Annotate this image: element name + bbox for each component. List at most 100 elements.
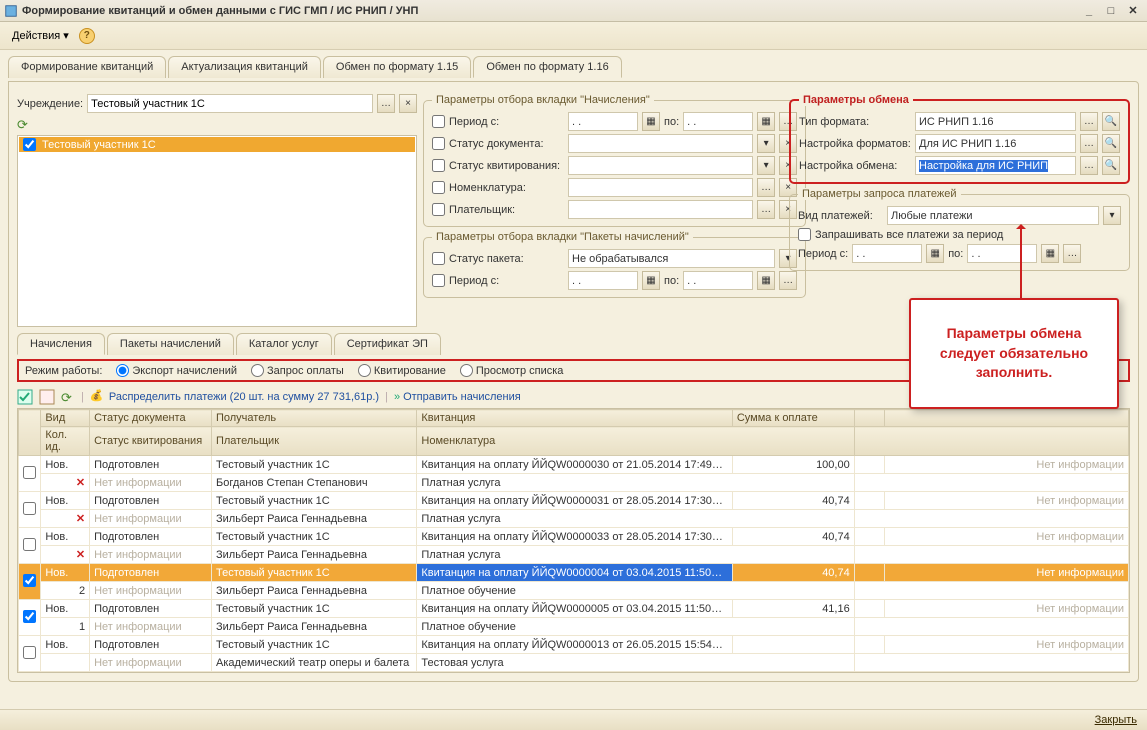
data-grid[interactable]: Вид Статус документа Получатель Квитанци… bbox=[17, 408, 1130, 673]
table-row-sub[interactable]: Нет информацииАкадемический театр оперы … bbox=[19, 654, 1129, 672]
minimize-button[interactable]: _ bbox=[1079, 3, 1099, 19]
uncheckall-icon[interactable] bbox=[39, 389, 55, 405]
checkall-icon[interactable] bbox=[17, 389, 33, 405]
col-kv[interactable]: Квитанция bbox=[417, 410, 732, 427]
cal-icon[interactable]: ▦ bbox=[642, 271, 660, 290]
dd-button[interactable]: ▾ bbox=[757, 156, 775, 175]
more-button[interactable]: … bbox=[1063, 244, 1081, 263]
tab-update-kv[interactable]: Актуализация квитанций bbox=[168, 56, 321, 78]
row-checkbox[interactable] bbox=[23, 574, 36, 587]
search-icon[interactable]: 🔍 bbox=[1102, 156, 1120, 175]
mode-kvit[interactable]: Квитирование bbox=[358, 364, 446, 377]
dd-button[interactable]: ▾ bbox=[757, 134, 775, 153]
col-recv[interactable]: Получатель bbox=[211, 410, 416, 427]
mode-view[interactable]: Просмотр списка bbox=[460, 364, 564, 377]
maximize-button[interactable]: □ bbox=[1101, 3, 1121, 19]
tab-cert[interactable]: Сертификат ЭП bbox=[334, 333, 441, 355]
kvstatus-field[interactable] bbox=[568, 156, 753, 175]
close-button[interactable]: Закрыть bbox=[1095, 714, 1137, 726]
table-row[interactable]: Нов.ПодготовленТестовый участник 1СКвита… bbox=[19, 564, 1129, 582]
period-from-field[interactable]: . . bbox=[568, 112, 638, 131]
table-row[interactable]: Нов.ПодготовленТестовый участник 1СКвита… bbox=[19, 492, 1129, 510]
table-row-sub[interactable]: ✕Нет информацииЗильберт Раиса Геннадьевн… bbox=[19, 510, 1129, 528]
pkgstatus-ck[interactable] bbox=[432, 252, 445, 265]
list-item-checkbox[interactable] bbox=[23, 138, 36, 151]
kvstatus-ck[interactable] bbox=[432, 159, 445, 172]
paytype-label: Вид платежей: bbox=[798, 210, 883, 222]
tab-form-kv[interactable]: Формирование квитанций bbox=[8, 56, 166, 78]
col-docstatus[interactable]: Статус документа bbox=[90, 410, 212, 427]
org-select-button[interactable]: … bbox=[377, 94, 395, 113]
fmt-field[interactable]: ИС РНИП 1.16 bbox=[915, 112, 1076, 131]
row-checkbox[interactable] bbox=[23, 466, 36, 479]
paytype-field[interactable]: Любые платежи bbox=[887, 206, 1099, 225]
date-field[interactable]: . . bbox=[967, 244, 1037, 263]
nomen-field[interactable] bbox=[568, 178, 753, 197]
search-icon[interactable]: 🔍 bbox=[1102, 112, 1120, 131]
more-button[interactable]: … bbox=[1080, 156, 1098, 175]
nomen-ck[interactable] bbox=[432, 181, 445, 194]
table-row[interactable]: Нов.ПодготовленТестовый участник 1СКвита… bbox=[19, 636, 1129, 654]
date-field[interactable]: . . bbox=[852, 244, 922, 263]
org-field[interactable] bbox=[87, 94, 373, 113]
more-button[interactable]: … bbox=[1080, 134, 1098, 153]
close-window-button[interactable]: ✕ bbox=[1123, 3, 1143, 19]
period-ck[interactable] bbox=[432, 115, 445, 128]
more-button[interactable]: … bbox=[757, 200, 775, 219]
row-checkbox[interactable] bbox=[23, 610, 36, 623]
tab-format-115[interactable]: Обмен по формату 1.15 bbox=[323, 56, 471, 78]
mode-request[interactable]: Запрос оплаты bbox=[251, 364, 344, 377]
row-checkbox[interactable] bbox=[23, 646, 36, 659]
org-clear-button[interactable]: × bbox=[399, 94, 417, 113]
mode-export[interactable]: Экспорт начислений bbox=[116, 364, 237, 377]
excfg-field[interactable]: Настройка для ИС РНИП bbox=[915, 156, 1076, 175]
col-sum[interactable]: Сумма к оплате bbox=[732, 410, 854, 427]
pkgstatus-field[interactable]: Не обрабатывался bbox=[568, 249, 775, 268]
docstatus-ck[interactable] bbox=[432, 137, 445, 150]
payer-field[interactable] bbox=[568, 200, 753, 219]
search-icon[interactable]: 🔍 bbox=[1102, 134, 1120, 153]
distribute-button[interactable]: 💰 Распределить платежи (20 шт. на сумму … bbox=[90, 389, 379, 405]
table-row[interactable]: Нов.ПодготовленТестовый участник 1СКвита… bbox=[19, 456, 1129, 474]
fmtcfg-field[interactable]: Для ИС РНИП 1.16 bbox=[915, 134, 1076, 153]
table-row-sub[interactable]: ✕Нет информацииЗильберт Раиса Геннадьевн… bbox=[19, 546, 1129, 564]
col-kolid[interactable]: Кол. ид. bbox=[41, 427, 90, 456]
actions-menu[interactable]: Действия ▾ bbox=[6, 27, 75, 44]
list-item[interactable]: Тестовый участник 1С bbox=[19, 137, 415, 152]
table-row[interactable]: Нов.ПодготовленТестовый участник 1СКвита… bbox=[19, 528, 1129, 546]
refresh-icon[interactable]: ⟳ bbox=[17, 117, 31, 131]
refresh-icon[interactable]: ⟳ bbox=[61, 390, 75, 404]
tab-packages[interactable]: Пакеты начислений bbox=[107, 333, 234, 355]
payer-ck[interactable] bbox=[432, 203, 445, 216]
col-kvstatus[interactable]: Статус квитирования bbox=[90, 427, 212, 456]
row-checkbox[interactable] bbox=[23, 502, 36, 515]
col-payer[interactable]: Плательщик bbox=[211, 427, 416, 456]
table-row[interactable]: Нов.ПодготовленТестовый участник 1СКвита… bbox=[19, 600, 1129, 618]
cal-icon[interactable]: ▦ bbox=[1041, 244, 1059, 263]
date-field[interactable]: . . bbox=[683, 271, 753, 290]
cal-icon[interactable]: ▦ bbox=[757, 112, 775, 131]
period2-ck[interactable] bbox=[432, 274, 445, 287]
table-row-sub[interactable]: 1Нет информацииЗильберт Раиса Геннадьевн… bbox=[19, 618, 1129, 636]
row-checkbox[interactable] bbox=[23, 538, 36, 551]
send-button[interactable]: » Отправить начисления bbox=[394, 391, 521, 403]
dd-button[interactable]: ▾ bbox=[1103, 206, 1121, 225]
help-icon[interactable]: ? bbox=[79, 28, 95, 44]
cal-icon[interactable]: ▦ bbox=[757, 271, 775, 290]
docstatus-field[interactable] bbox=[568, 134, 753, 153]
col-vid[interactable]: Вид bbox=[41, 410, 90, 427]
table-row-sub[interactable]: ✕Нет информацииБогданов Степан Степанови… bbox=[19, 474, 1129, 492]
org-listbox[interactable]: Тестовый участник 1С bbox=[17, 135, 417, 327]
askall-ck[interactable] bbox=[798, 228, 811, 241]
tab-format-116[interactable]: Обмен по формату 1.16 bbox=[473, 56, 621, 78]
more-button[interactable]: … bbox=[757, 178, 775, 197]
cal-icon[interactable]: ▦ bbox=[642, 112, 660, 131]
date-field[interactable]: . . bbox=[568, 271, 638, 290]
period-to-field[interactable]: . . bbox=[683, 112, 753, 131]
table-row-sub[interactable]: 2Нет информацииЗильберт Раиса Геннадьевн… bbox=[19, 582, 1129, 600]
cal-icon[interactable]: ▦ bbox=[926, 244, 944, 263]
tab-catalog[interactable]: Каталог услуг bbox=[236, 333, 332, 355]
more-button[interactable]: … bbox=[1080, 112, 1098, 131]
tab-charges[interactable]: Начисления bbox=[17, 333, 105, 355]
col-nomen[interactable]: Номенклатура bbox=[417, 427, 854, 456]
